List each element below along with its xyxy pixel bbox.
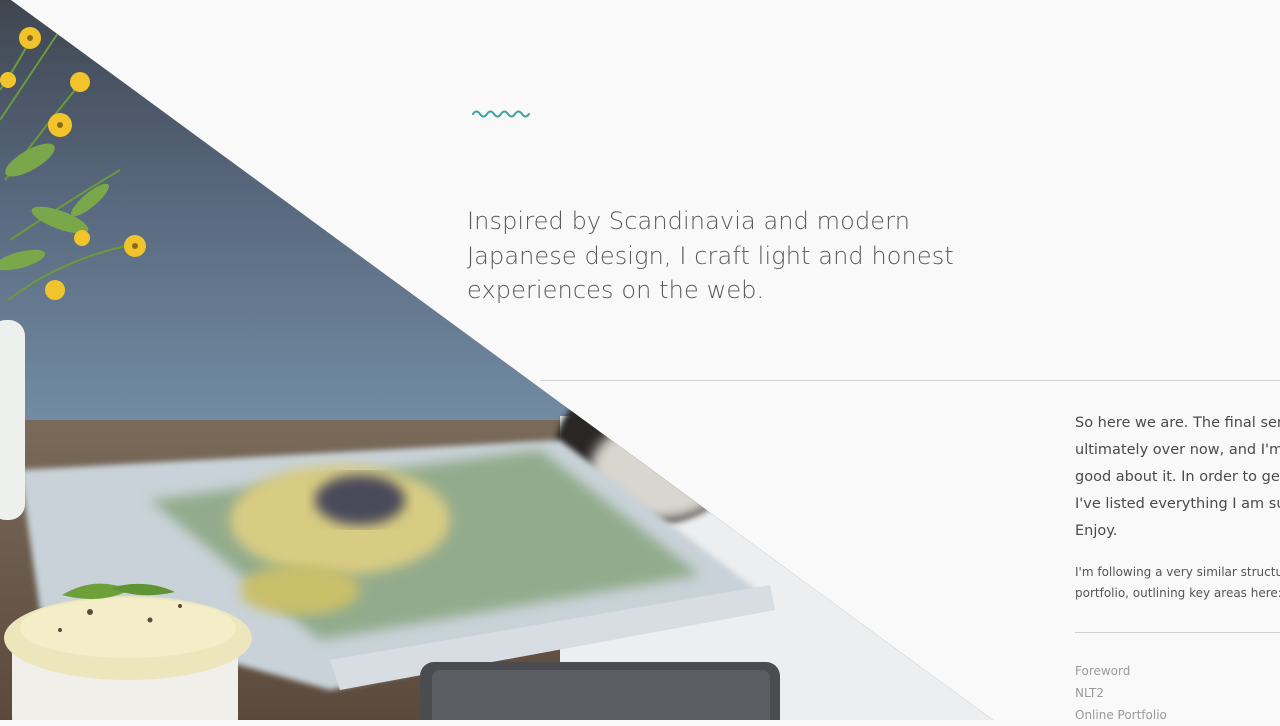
toc-item-online-portfolio[interactable]: Online Portfolio: [1075, 704, 1167, 726]
article-note: I'm following a very similar structure p…: [1075, 562, 1280, 604]
table-of-contents: Foreword NLT2 Online Portfolio: [1075, 660, 1167, 726]
paragraph-line: ultimately over now, and I'm f: [1075, 442, 1280, 458]
paragraph-line: Enjoy.: [1075, 523, 1118, 539]
toc-divider: [1075, 632, 1280, 633]
article-paragraph: So here we are. The final sem ultimately…: [1075, 410, 1280, 545]
intro-line-1: Inspired by Scandinavia and modern: [467, 207, 911, 235]
note-line: I'm following a very similar structure: [1075, 565, 1280, 579]
paragraph-line: good about it. In order to get: [1075, 469, 1280, 485]
intro-line-3: experiences on the web.: [467, 276, 765, 304]
paragraph-line: So here we are. The final sem: [1075, 415, 1280, 431]
toc-item-nlt2[interactable]: NLT2: [1075, 682, 1167, 704]
intro-statement: Inspired by Scandinavia and modern Japan…: [467, 204, 1027, 308]
toc-item-foreword[interactable]: Foreword: [1075, 660, 1167, 682]
wave-ornament-icon: [472, 110, 530, 118]
paragraph-line: I've listed everything I am sub: [1075, 496, 1280, 512]
note-line: portfolio, outlining key areas here:: [1075, 586, 1280, 600]
intro-line-2: Japanese design, I craft light and hones…: [467, 241, 954, 270]
